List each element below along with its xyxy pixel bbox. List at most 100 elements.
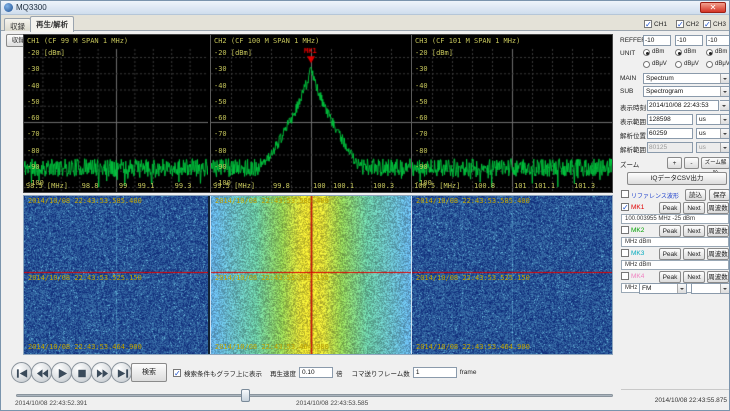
fast-forward-button[interactable] bbox=[91, 362, 112, 383]
zoom-in-button[interactable]: + bbox=[667, 157, 682, 169]
close-button[interactable]: ✕ bbox=[700, 2, 726, 13]
marker-frequency-button[interactable]: 周波数 bbox=[707, 202, 729, 214]
ch1-checkbox[interactable]: ✓ bbox=[644, 20, 652, 28]
y-axis-label: -60 bbox=[415, 114, 428, 122]
display-time-row: 表示時刻 bbox=[619, 100, 730, 112]
marker-checkbox-mk2[interactable] bbox=[621, 226, 629, 234]
display-range-unit-dropdown[interactable]: us bbox=[696, 114, 730, 125]
reffer-ch2-input[interactable] bbox=[675, 35, 703, 46]
rewind-button[interactable] bbox=[31, 362, 52, 383]
marker-label: MK3 bbox=[631, 250, 644, 257]
marker-peak-button[interactable]: Peak bbox=[659, 271, 681, 283]
channel-title: CH1 (CF 99 M SPAN 1 MHz) bbox=[27, 37, 128, 45]
y-axis-label: -20 [dBm] bbox=[214, 49, 252, 57]
app-icon bbox=[4, 3, 13, 12]
marker-peak-button[interactable]: Peak bbox=[659, 202, 681, 214]
playback-options-row: ✓ 検索条件もグラフ上に表示 再生速度 倍 コマ送りフレーム数 frame bbox=[173, 367, 476, 378]
iq-csv-export-button[interactable]: IQデータCSV出力 bbox=[627, 172, 727, 185]
step-back-button[interactable] bbox=[11, 362, 32, 383]
unit-radio-ch2-dbm[interactable] bbox=[675, 49, 682, 56]
unit-radio-label: dBm bbox=[684, 49, 696, 55]
spectrum-panel-ch2: CH2 (CF 100 M SPAN 1 MHz) -20 [dBm]-30-4… bbox=[210, 35, 411, 192]
zoom-out-button[interactable]: - bbox=[684, 157, 699, 169]
display-time-input[interactable] bbox=[647, 100, 719, 111]
x-axis-label: 100 bbox=[313, 182, 326, 190]
marker-frequency-button[interactable]: 周波数 bbox=[707, 248, 729, 260]
marker-next-button[interactable]: Next bbox=[683, 225, 705, 237]
y-axis-label: -60 bbox=[27, 114, 40, 122]
y-axis-label: -60 bbox=[214, 114, 227, 122]
channel-title: CH3 (CF 101 M SPAN 1 MHz) bbox=[415, 37, 520, 45]
play-button[interactable] bbox=[51, 362, 72, 383]
ch1-check-label: CH1 bbox=[654, 21, 667, 28]
x-axis-label: 100.5 [MHz] bbox=[414, 182, 460, 190]
marker-label: MK2 bbox=[631, 227, 644, 234]
main-view-dropdown[interactable]: Spectrum bbox=[643, 73, 730, 84]
x-axis-label: 99.3 bbox=[175, 182, 192, 190]
reference-save-button[interactable]: 保存 bbox=[709, 189, 730, 201]
unit-radio-ch3-dbuv[interactable] bbox=[706, 61, 713, 68]
analysis-position-input[interactable] bbox=[647, 128, 693, 139]
step-forward-button[interactable] bbox=[111, 362, 132, 383]
spectrogram-timestamp-top: 2014/10/08 22:43:53.585.400 bbox=[28, 197, 142, 205]
x-axis-label: 99 bbox=[119, 182, 127, 190]
y-axis-label: -30 bbox=[27, 65, 40, 73]
x-axis-label: 101 bbox=[514, 182, 527, 190]
marker-next-button[interactable]: Next bbox=[683, 248, 705, 260]
marker-peak-button[interactable]: Peak bbox=[659, 225, 681, 237]
demod-option-dropdown[interactable] bbox=[691, 283, 730, 294]
sub-view-dropdown[interactable]: Spectrogram bbox=[643, 86, 730, 97]
reference-load-button[interactable]: 読込 bbox=[685, 189, 706, 201]
stop-button[interactable] bbox=[71, 362, 92, 383]
chevron-down-icon bbox=[720, 74, 729, 83]
marker-readout-mk3: MHz dBm bbox=[621, 260, 729, 270]
marker-checkbox-mk4[interactable] bbox=[621, 272, 629, 280]
unit-radio-ch1-dbm[interactable] bbox=[643, 49, 650, 56]
analysis-position-unit-dropdown[interactable]: us bbox=[696, 128, 730, 139]
ch3-checkbox[interactable]: ✓ bbox=[703, 20, 711, 28]
analysis-range-unit-dropdown: us bbox=[696, 142, 730, 153]
spectrogram-timestamp-cursor: 2014/10/08 22:43:53.525.150 bbox=[416, 274, 530, 282]
x-axis-label: 99.1 bbox=[137, 182, 154, 190]
search-button[interactable]: 検索 bbox=[131, 363, 167, 382]
zoom-release-button[interactable]: ズーム解除 bbox=[701, 157, 730, 169]
frame-step-input[interactable] bbox=[413, 367, 457, 378]
marker-frequency-button[interactable]: 周波数 bbox=[707, 271, 729, 283]
sub-view-row: SUB Spectrogram bbox=[619, 86, 730, 98]
demod-mode-dropdown[interactable]: FM bbox=[639, 283, 687, 294]
spinner-arrows-icon bbox=[720, 101, 729, 110]
timeline-slider-thumb[interactable] bbox=[241, 389, 250, 402]
channel-enable-row: ✓ CH1 ✓ CH2 ✓ CH3 bbox=[619, 19, 730, 31]
spectrum-canvas-ch2 bbox=[211, 35, 411, 192]
marker-checkbox-mk3[interactable] bbox=[621, 249, 629, 257]
unit-radio-ch3-dbm[interactable] bbox=[706, 49, 713, 56]
spectrogram-timestamp-cursor: 2014/10/08 22:43:53.525.150 bbox=[28, 274, 142, 282]
marker-checkbox-mk1[interactable]: ✓ bbox=[621, 203, 629, 211]
unit-radio-ch2-dbuv[interactable] bbox=[675, 61, 682, 68]
reffer-ch1-input[interactable] bbox=[643, 35, 671, 46]
reffer-ch3-input[interactable] bbox=[706, 35, 730, 46]
timeline-slider-track[interactable] bbox=[16, 394, 613, 397]
display-time-spinner[interactable] bbox=[720, 100, 730, 111]
analysis-range-input bbox=[647, 142, 693, 153]
unit-radio-label: dBm bbox=[652, 49, 664, 55]
x-axis-label: 101.1 bbox=[534, 182, 555, 190]
chevron-down-icon bbox=[720, 87, 729, 96]
y-axis-label: -90 bbox=[415, 163, 428, 171]
x-axis-label: 101.3 bbox=[574, 182, 595, 190]
tab-playback-analysis[interactable]: 再生/解析 bbox=[30, 16, 74, 32]
marker-next-button[interactable]: Next bbox=[683, 202, 705, 214]
tab-record[interactable]: 収録 bbox=[4, 18, 31, 31]
playback-speed-input[interactable] bbox=[299, 367, 333, 378]
marker-frequency-button[interactable]: 周波数 bbox=[707, 225, 729, 237]
show-search-conditions-checkbox[interactable]: ✓ bbox=[173, 369, 181, 377]
display-range-input[interactable] bbox=[647, 114, 693, 125]
spectrogram-timestamp-top: 2014/10/08 22:43:53.585.400 bbox=[215, 197, 329, 205]
ch2-checkbox[interactable]: ✓ bbox=[676, 20, 684, 28]
reference-waveform-checkbox[interactable] bbox=[621, 190, 629, 198]
spectrum-plots: CH1 (CF 99 M SPAN 1 MHz) -20 [dBm]-30-40… bbox=[23, 34, 613, 193]
x-axis-label: 99.8 bbox=[273, 182, 290, 190]
marker-next-button[interactable]: Next bbox=[683, 271, 705, 283]
marker-peak-button[interactable]: Peak bbox=[659, 248, 681, 260]
unit-radio-ch1-dbuv[interactable] bbox=[643, 61, 650, 68]
